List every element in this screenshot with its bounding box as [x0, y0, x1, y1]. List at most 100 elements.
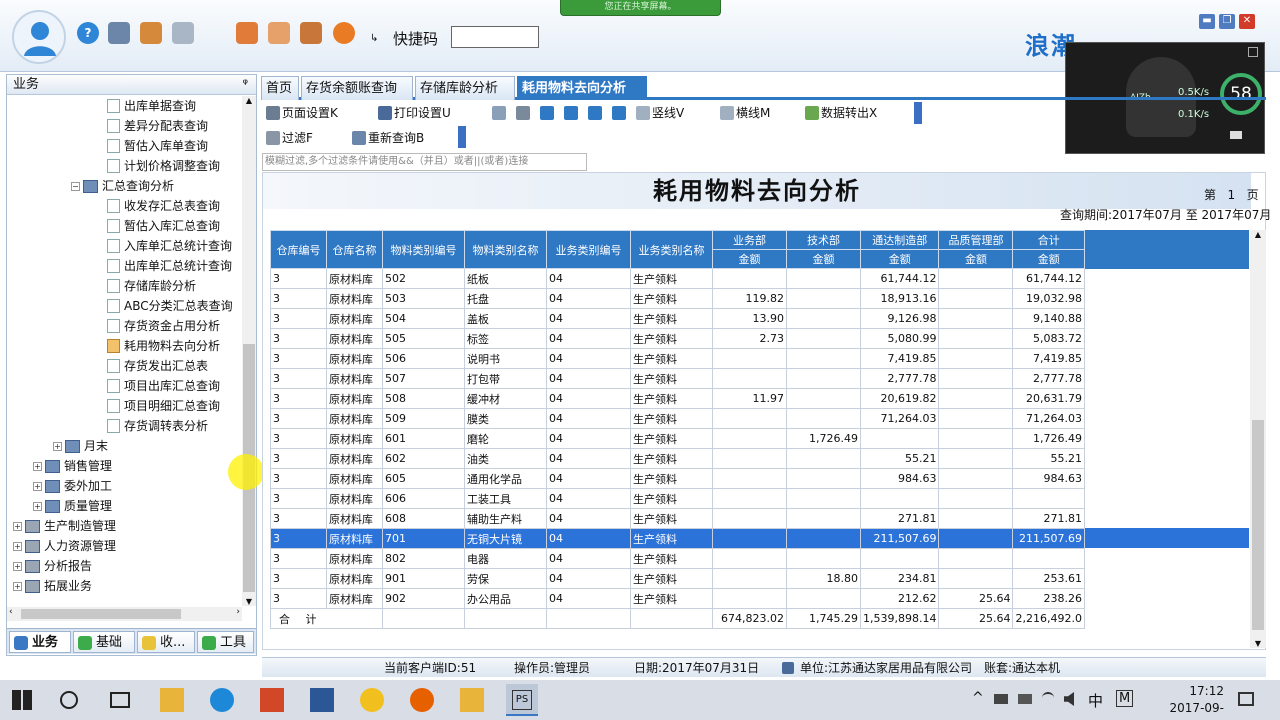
- warehouse-code-cell[interactable]: 3: [270, 528, 327, 549]
- chrome-icon[interactable]: [360, 688, 384, 712]
- business-code-cell[interactable]: 04: [546, 328, 631, 349]
- category-name-cell[interactable]: 磨轮: [464, 428, 547, 449]
- quality-dept-amount[interactable]: [938, 528, 1014, 549]
- warehouse-code-cell[interactable]: 3: [270, 388, 327, 409]
- tech-dept-amount[interactable]: [786, 348, 861, 369]
- warehouse-code-cell[interactable]: 3: [270, 568, 327, 589]
- business-code-cell[interactable]: 04: [546, 468, 631, 489]
- business-name-cell[interactable]: 生产领料: [630, 408, 713, 429]
- column-header[interactable]: 业务类别名称: [630, 230, 713, 269]
- category-name-cell[interactable]: 说明书: [464, 348, 547, 369]
- category-code-cell[interactable]: 606: [382, 488, 465, 509]
- tree-folder[interactable]: + 生产制造管理: [13, 516, 116, 536]
- tree-folder[interactable]: + 销售管理: [33, 456, 112, 476]
- firefox-icon[interactable]: [410, 688, 434, 712]
- tab-basic[interactable]: 基础: [73, 631, 135, 653]
- power-icon[interactable]: [333, 22, 355, 44]
- tech-dept-amount[interactable]: [786, 528, 861, 549]
- expand-icon[interactable]: +: [13, 542, 22, 551]
- category-code-cell[interactable]: 505: [382, 328, 465, 349]
- manufacturing-amount[interactable]: 984.63: [859, 468, 940, 489]
- sales-dept-amount[interactable]: [712, 408, 787, 429]
- business-name-cell[interactable]: 生产领料: [630, 348, 713, 369]
- warehouse-code-cell[interactable]: 3: [270, 308, 327, 329]
- business-code-cell[interactable]: 04: [546, 288, 631, 309]
- tab-storage-age[interactable]: 存储库龄分析: [415, 76, 515, 100]
- tech-dept-amount[interactable]: [786, 368, 861, 389]
- business-code-cell[interactable]: 04: [546, 448, 631, 469]
- table-row[interactable]: 3 原材料库 902 办公用品 04 生产领料 212.62 25.64 238.26: [270, 588, 1085, 609]
- business-code-cell[interactable]: 04: [546, 568, 631, 589]
- filter-button[interactable]: 过滤F: [266, 128, 313, 148]
- business-name-cell[interactable]: 生产领料: [630, 568, 713, 589]
- tree-item[interactable]: 存货调转表分析: [107, 416, 208, 436]
- sales-dept-amount[interactable]: [712, 368, 787, 389]
- business-code-cell[interactable]: 04: [546, 508, 631, 529]
- quality-dept-amount[interactable]: [938, 328, 1014, 349]
- manufacturing-amount[interactable]: 9,126.98: [859, 308, 940, 329]
- scroll-thumb[interactable]: [1252, 420, 1264, 630]
- tree-item[interactable]: 存储库龄分析: [107, 276, 196, 296]
- tab-business[interactable]: 业务: [9, 631, 71, 653]
- table-row[interactable]: 3 原材料库 505 标签 04 生产领料 2.73 5,080.99 5,083.72: [270, 328, 1085, 349]
- category-code-cell[interactable]: 506: [382, 348, 465, 369]
- warehouse-name-cell[interactable]: 原材料库: [326, 528, 383, 549]
- scroll-left-icon[interactable]: ‹: [9, 607, 13, 617]
- warehouse-code-cell[interactable]: 3: [270, 368, 327, 389]
- category-code-cell[interactable]: 608: [382, 508, 465, 529]
- quick-code-input[interactable]: [451, 26, 539, 48]
- total-amount[interactable]: 253.61: [1012, 568, 1085, 589]
- manufacturing-amount[interactable]: 212.62: [859, 588, 940, 609]
- quality-dept-amount[interactable]: [938, 308, 1014, 329]
- sales-dept-amount[interactable]: [712, 528, 787, 549]
- manufacturing-amount[interactable]: 211,507.69: [859, 528, 940, 549]
- quality-dept-amount[interactable]: [938, 548, 1014, 569]
- warehouse-name-cell[interactable]: 原材料库: [326, 428, 383, 449]
- quality-dept-amount[interactable]: [938, 388, 1014, 409]
- tab-tools[interactable]: 工具: [197, 631, 254, 653]
- sales-dept-amount[interactable]: 11.97: [712, 388, 787, 409]
- business-name-cell[interactable]: 生产领料: [630, 428, 713, 449]
- business-code-cell[interactable]: 04: [546, 528, 631, 549]
- category-code-cell[interactable]: 901: [382, 568, 465, 589]
- total-amount[interactable]: 19,032.98: [1012, 288, 1085, 309]
- tray-chevron-icon[interactable]: ^: [972, 690, 984, 706]
- warehouse-code-cell[interactable]: 3: [270, 448, 327, 469]
- tech-dept-amount[interactable]: 1,726.49: [786, 428, 861, 449]
- preview-icon[interactable]: [492, 106, 506, 120]
- sales-dept-amount[interactable]: [712, 348, 787, 369]
- warehouse-name-cell[interactable]: 原材料库: [326, 468, 383, 489]
- last-page-icon[interactable]: [612, 106, 626, 120]
- print-setup-button[interactable]: 打印设置U: [378, 103, 451, 123]
- quality-dept-amount[interactable]: [938, 348, 1014, 369]
- table-row[interactable]: 3 原材料库 502 纸板 04 生产领料 61,744.12 61,744.12: [270, 268, 1085, 289]
- category-code-cell[interactable]: 508: [382, 388, 465, 409]
- business-code-cell[interactable]: 04: [546, 268, 631, 289]
- total-amount[interactable]: 984.63: [1012, 468, 1085, 489]
- warehouse-name-cell[interactable]: 原材料库: [326, 448, 383, 469]
- expand-icon[interactable]: +: [33, 482, 42, 491]
- category-code-cell[interactable]: 701: [382, 528, 465, 549]
- task-view-icon[interactable]: [110, 692, 130, 708]
- quality-dept-amount[interactable]: [938, 268, 1014, 289]
- clock-icon[interactable]: [172, 22, 194, 44]
- user-avatar[interactable]: [12, 10, 66, 64]
- total-amount[interactable]: 238.26: [1012, 588, 1085, 609]
- tree-folder[interactable]: + 委外加工: [33, 476, 112, 496]
- total-amount[interactable]: 61,744.12: [1012, 268, 1085, 289]
- print-icon[interactable]: [516, 106, 530, 120]
- tech-dept-amount[interactable]: 18.80: [786, 568, 861, 589]
- manufacturing-amount[interactable]: 55.21: [859, 448, 940, 469]
- tech-dept-amount[interactable]: [786, 488, 861, 509]
- tech-dept-amount[interactable]: [786, 548, 861, 569]
- tree-folder[interactable]: + 质量管理: [33, 496, 112, 516]
- quality-dept-amount[interactable]: [938, 508, 1014, 529]
- scroll-down-icon[interactable]: ▼: [242, 597, 256, 606]
- expand-icon[interactable]: +: [13, 562, 22, 571]
- warehouse-name-cell[interactable]: 原材料库: [326, 268, 383, 289]
- tech-dept-amount[interactable]: [786, 288, 861, 309]
- quality-dept-amount[interactable]: [938, 468, 1014, 489]
- business-name-cell[interactable]: 生产领料: [630, 368, 713, 389]
- sales-dept-amount[interactable]: 119.82: [712, 288, 787, 309]
- business-code-cell[interactable]: 04: [546, 428, 631, 449]
